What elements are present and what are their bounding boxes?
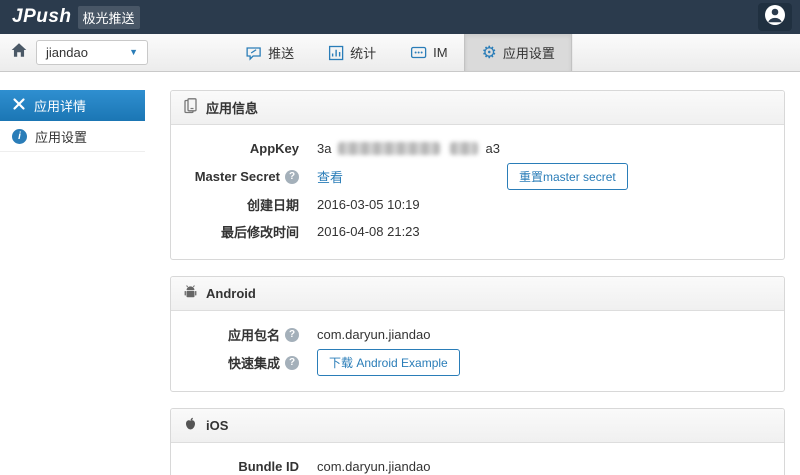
main-nav-bar: jiandao ▼ 推送 统计 IM ⚙ 应用设置 xyxy=(0,34,800,72)
sidebar-item-label: 应用详情 xyxy=(34,99,87,114)
created-date-value: 2016-03-05 10:19 xyxy=(317,197,420,212)
app-selector-dropdown[interactable]: jiandao ▼ xyxy=(36,40,148,65)
quick-integration-label: 快速集成 ? xyxy=(171,353,299,372)
created-date-row: 创建日期 2016-03-05 10:19 xyxy=(171,191,784,218)
appkey-redacted-block xyxy=(450,142,479,155)
tab-app-settings[interactable]: ⚙ 应用设置 xyxy=(464,34,572,71)
jpush-logo: JPush 极光推送 xyxy=(12,5,140,29)
tab-im[interactable]: IM xyxy=(393,34,464,71)
sidebar-item-app-details[interactable]: 应用详情 xyxy=(0,90,145,121)
help-icon[interactable]: ? xyxy=(285,169,299,184)
bundle-id-value: com.daryun.jiandao xyxy=(317,459,431,474)
appkey-prefix: 3a xyxy=(317,141,332,156)
app-info-card-header: 应用信息 xyxy=(171,91,784,125)
tab-im-label: IM xyxy=(433,45,448,60)
tools-icon xyxy=(12,97,26,114)
tab-stats-label: 统计 xyxy=(350,46,377,61)
created-date-label: 创建日期 xyxy=(246,198,299,213)
appkey-suffix: a3 xyxy=(485,141,500,156)
nav-tabs: 推送 统计 IM ⚙ 应用设置 xyxy=(228,34,572,71)
modified-date-value: 2016-04-08 21:23 xyxy=(317,224,420,239)
info-icon: i xyxy=(12,128,27,144)
sidebar: 应用详情 i 应用设置 xyxy=(0,90,145,475)
appkey-redacted-block xyxy=(338,142,441,155)
download-android-example-button[interactable]: 下载 Android Example xyxy=(317,349,460,376)
user-avatar-button[interactable] xyxy=(758,3,792,31)
logo-text-main: JPush xyxy=(12,6,72,27)
gear-icon: ⚙ xyxy=(481,43,497,62)
bundle-id-label: Bundle ID xyxy=(238,459,299,474)
reset-master-secret-button[interactable]: 重置master secret xyxy=(507,163,628,190)
quick-integration-row: 快速集成 ? 下载 Android Example xyxy=(171,348,784,377)
help-icon[interactable]: ? xyxy=(285,327,299,342)
card-title: Android xyxy=(206,286,256,301)
help-icon[interactable]: ? xyxy=(285,355,299,370)
page-layout: 应用详情 i 应用设置 应用信息 AppKey 3a a3 Master Sec… xyxy=(0,72,800,475)
tab-stats[interactable]: 统计 xyxy=(311,34,393,71)
android-icon xyxy=(183,284,198,303)
modified-date-row: 最后修改时间 2016-04-08 21:23 xyxy=(171,218,784,245)
apple-icon xyxy=(183,416,198,435)
chevron-down-icon: ▼ xyxy=(129,47,138,57)
logo-text-sub: 极光推送 xyxy=(77,5,140,29)
card-title: 应用信息 xyxy=(206,101,259,116)
sidebar-item-app-settings[interactable]: i 应用设置 xyxy=(0,121,145,152)
appkey-label: AppKey xyxy=(249,141,299,156)
package-name-value: com.daryun.jiandao xyxy=(317,327,431,342)
tab-app-settings-label: 应用设置 xyxy=(502,46,555,61)
stats-icon xyxy=(328,45,344,61)
package-name-row: 应用包名 ? com.daryun.jiandao xyxy=(171,321,784,348)
home-button[interactable] xyxy=(10,41,28,64)
ios-card: iOS Bundle ID com.daryun.jiandao APNS推送环… xyxy=(170,408,785,475)
tab-push[interactable]: 推送 xyxy=(228,34,311,71)
main-content: 应用信息 AppKey 3a a3 Master Secret ? 查看 重置m… xyxy=(145,90,800,475)
im-icon xyxy=(410,45,427,61)
app-info-card: 应用信息 AppKey 3a a3 Master Secret ? 查看 重置m… xyxy=(170,90,785,260)
appkey-value: 3a a3 xyxy=(317,141,500,156)
android-card: Android 应用包名 ? com.daryun.jiandao 快速集成 ? xyxy=(170,276,785,392)
master-secret-row: Master Secret ? 查看 重置master secret xyxy=(171,162,784,191)
app-selector-value: jiandao xyxy=(46,45,88,60)
master-secret-label: Master Secret ? xyxy=(171,169,299,184)
modified-date-label: 最后修改时间 xyxy=(220,225,299,240)
bundle-id-row: Bundle ID com.daryun.jiandao xyxy=(171,453,784,475)
card-title: iOS xyxy=(206,418,229,433)
phone-icon xyxy=(183,98,198,117)
home-icon xyxy=(10,41,28,64)
package-name-label: 应用包名 ? xyxy=(171,325,299,344)
android-card-header: Android xyxy=(171,277,784,311)
view-secret-link[interactable]: 查看 xyxy=(317,167,343,186)
ios-card-header: iOS xyxy=(171,409,784,443)
push-icon xyxy=(245,45,262,61)
appkey-row: AppKey 3a a3 xyxy=(171,135,784,162)
top-bar: JPush 极光推送 xyxy=(0,0,800,34)
tab-push-label: 推送 xyxy=(268,46,295,61)
sidebar-item-label: 应用设置 xyxy=(35,129,88,145)
user-avatar-icon xyxy=(764,4,786,31)
